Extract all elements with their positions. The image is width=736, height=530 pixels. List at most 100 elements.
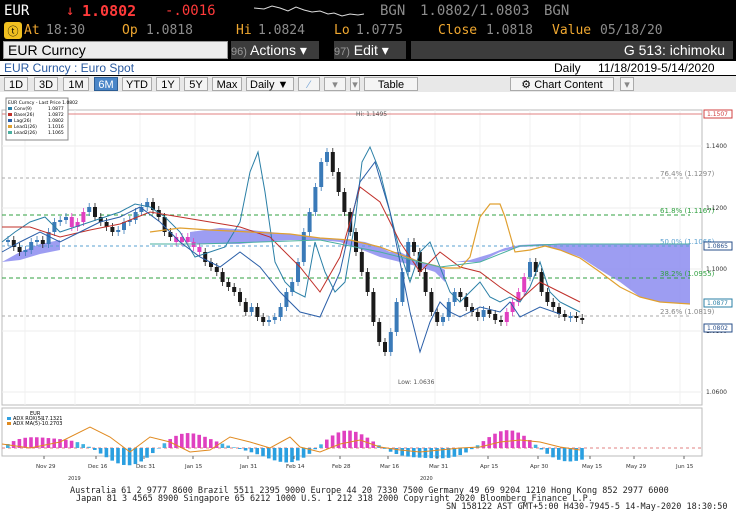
candle-body <box>359 252 364 272</box>
chart-content-button[interactable]: ⚙ Chart Content <box>510 77 614 91</box>
indicator-bar <box>203 436 207 448</box>
indicator-bar <box>29 437 33 448</box>
range-max-button[interactable]: Max <box>212 77 242 91</box>
high-annotation: Hi: 1.1495 <box>356 111 387 118</box>
indicator-bar <box>325 439 329 448</box>
price-tag-label: 1.0802 <box>707 325 728 332</box>
candle-body <box>29 242 34 250</box>
close-label: Close <box>438 23 478 38</box>
indicator-bar <box>539 448 544 450</box>
high-label: Hi <box>236 23 252 38</box>
candle-body <box>243 302 248 312</box>
chart-area[interactable]: 76.4% (1.1297) 61.8% (1.1167) 50.0% (1.1… <box>0 92 736 530</box>
candle-body <box>64 217 68 220</box>
edit-menu-button[interactable]: 97) Edit ▾ <box>334 41 406 59</box>
candle-body <box>545 292 550 302</box>
indicator-bar <box>64 439 68 448</box>
bgn-label-2: BGN <box>544 3 570 19</box>
indicator-bar <box>313 448 317 450</box>
function-title: G 513: ichimoku <box>411 41 733 59</box>
indicator-bar <box>232 447 236 448</box>
date-range[interactable]: 11/18/2019-5/14/2020 <box>598 61 715 75</box>
indicator-bar <box>226 445 230 448</box>
date-tick-label: Nov 29 <box>36 464 56 470</box>
chart-toolbar: 1D 3D 1M 6M YTD 1Y 5Y Max Daily ▼ ⁄ ▾ ▾ … <box>0 76 736 92</box>
indicator-bar <box>290 448 294 463</box>
down-arrow-icon: ↓ <box>66 3 75 19</box>
candle-body <box>458 292 463 297</box>
year-label-2019: 2019 <box>68 476 81 482</box>
draw-dropdown-icon[interactable]: ▾ <box>350 77 360 91</box>
date-tick-label: Dec 31 <box>136 464 155 470</box>
candle-body <box>533 262 538 272</box>
candle-body <box>574 316 579 318</box>
range-5y-button[interactable]: 5Y <box>184 77 208 91</box>
fib-label-236: 23.6% (1.0819) <box>660 308 715 316</box>
range-1y-button[interactable]: 1Y <box>156 77 180 91</box>
range-1d-button[interactable]: 1D <box>4 77 28 91</box>
indicator-bar <box>116 448 120 464</box>
candle-body <box>261 317 266 322</box>
indicator-bar <box>568 448 573 462</box>
candle-body <box>429 292 434 312</box>
indicator-bar <box>87 446 91 448</box>
indicator-bar <box>470 448 474 450</box>
candle-body <box>249 307 254 312</box>
date-tick-label: Feb 14 <box>286 464 305 470</box>
range-ytd-button[interactable]: YTD <box>122 77 152 91</box>
indicator-bar <box>139 448 143 462</box>
candle-body <box>394 302 399 332</box>
candle-body <box>528 262 532 277</box>
legend-item-value: 1.1065 <box>48 130 64 136</box>
indicator-bar <box>301 448 306 458</box>
indicator-bar <box>267 448 271 459</box>
net-change: -.0016 <box>165 3 216 19</box>
candle-body <box>475 312 480 317</box>
range-3d-button[interactable]: 3D <box>34 77 58 91</box>
indicator-bar <box>487 437 491 448</box>
at-label: At <box>24 23 40 38</box>
indicator-bar <box>238 448 242 449</box>
candle-body <box>499 320 503 322</box>
indicator-bar <box>46 438 51 448</box>
frequency-dropdown[interactable]: Daily ▼ <box>246 77 294 91</box>
candle-body <box>110 227 115 232</box>
range-1m-button[interactable]: 1M <box>63 77 89 91</box>
table-button[interactable]: Table <box>364 77 418 91</box>
candle-body <box>412 242 416 252</box>
value-label: Value <box>552 23 592 38</box>
price-tag-label: 1.1507 <box>707 111 728 118</box>
candle-body <box>342 192 347 212</box>
indicator-bar <box>69 440 74 448</box>
ma-value: -10.2703 <box>40 421 62 427</box>
candle-body <box>81 212 86 222</box>
line-chart-icon[interactable]: ⁄ <box>298 77 320 91</box>
date-tick-label: Mar 16 <box>380 464 400 470</box>
candle-body <box>377 322 382 342</box>
open-value: 1.0818 <box>146 23 193 38</box>
indicator-bar <box>278 448 283 462</box>
last-price: 1.0802 <box>82 2 137 20</box>
svg-text:ⓣ: ⓣ <box>8 25 19 38</box>
legend-item-label: Conv(9) <box>14 106 32 112</box>
candle-body <box>319 162 324 187</box>
candle-body <box>562 314 567 317</box>
security-input[interactable]: EUR Curncy <box>3 41 228 59</box>
indicator-bar <box>197 434 201 448</box>
chart-content-dropdown-icon[interactable]: ▾ <box>620 77 634 91</box>
candle-body <box>214 267 219 272</box>
date-tick-label: Apr 15 <box>480 464 499 470</box>
candle-body <box>313 187 318 212</box>
indicator-bar <box>510 430 515 448</box>
candle-body <box>336 172 341 192</box>
candle-body <box>87 207 92 212</box>
draw-tool-icon[interactable]: ▾ <box>324 77 346 91</box>
actions-menu-button[interactable]: 96) Actions ▾ <box>231 41 319 59</box>
candle-body <box>267 320 271 322</box>
range-6m-button[interactable]: 6M <box>94 77 118 91</box>
indicator-bar <box>185 433 190 448</box>
legend-item-value: 1.0802 <box>48 118 64 124</box>
indicator-bar <box>412 448 416 458</box>
indicator-bar <box>429 448 433 459</box>
price-tag-label: 1.0877 <box>707 300 728 307</box>
